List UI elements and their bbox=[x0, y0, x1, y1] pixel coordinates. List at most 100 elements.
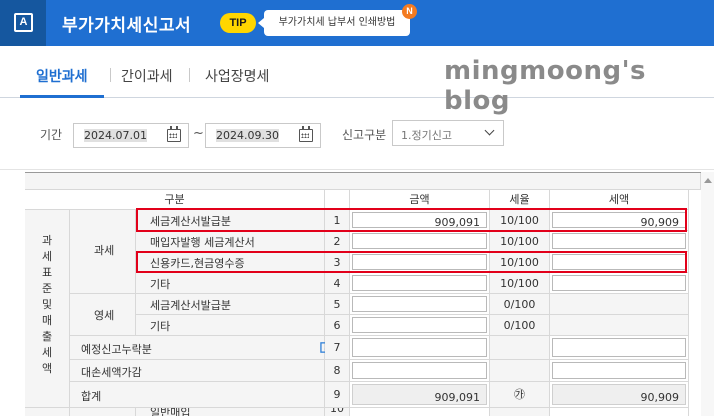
amount-cell bbox=[350, 273, 490, 294]
row-number: 2 bbox=[325, 231, 350, 252]
tax-cell-disabled bbox=[550, 315, 689, 336]
date-from-field[interactable]: 2024.07.01 bbox=[73, 123, 189, 148]
next-section-cell bbox=[25, 408, 70, 416]
tax-rate: 0/100 bbox=[490, 294, 550, 315]
amount-input[interactable] bbox=[352, 362, 487, 379]
tax-cell bbox=[550, 273, 689, 294]
rate-cell bbox=[490, 408, 550, 416]
row-label: 일반매입 bbox=[150, 408, 191, 416]
tab-business-place-detail[interactable]: 사업장명세 bbox=[205, 66, 269, 86]
amount-cell bbox=[350, 231, 490, 252]
tax-rate: 10/100 bbox=[490, 252, 550, 273]
amount-input[interactable] bbox=[352, 317, 487, 333]
amount-cell: 909,091 bbox=[350, 210, 490, 231]
tab-bar: 일반과세 간이과세 사업장명세 mingmoong's blog bbox=[0, 46, 714, 116]
row-label-cell: 세금계산서발급분 bbox=[136, 294, 325, 315]
row-label-cell: 세금계산서발급분 bbox=[136, 210, 325, 231]
tax-cell bbox=[550, 231, 689, 252]
tax-input[interactable] bbox=[552, 254, 686, 270]
row-number: 3 bbox=[325, 252, 350, 273]
group-zero-rate-label: 영세 bbox=[94, 309, 115, 322]
row-label: 기타 bbox=[150, 320, 171, 333]
report-type-value: 1.정기신고 bbox=[401, 129, 452, 142]
tax-cell bbox=[550, 336, 689, 360]
amount-input[interactable] bbox=[352, 338, 487, 357]
app-logo[interactable]: A bbox=[0, 0, 46, 46]
row-number: 6 bbox=[325, 315, 350, 336]
amount-input[interactable] bbox=[352, 233, 487, 249]
amount-input[interactable] bbox=[352, 275, 487, 291]
tax-total-field: 90,909 bbox=[552, 384, 686, 405]
title-bar: A 부가가치세신고서 TIP 부가가치세 납부서 인쇄방법 N bbox=[0, 0, 714, 46]
tax-rate bbox=[490, 360, 550, 382]
app-title: 부가가치세신고서 bbox=[62, 16, 192, 36]
tax-cell bbox=[550, 408, 689, 416]
amount-input[interactable] bbox=[352, 296, 487, 312]
period-label: 기간 bbox=[40, 128, 63, 142]
tax-cell-disabled bbox=[550, 294, 689, 315]
row-number: 5 bbox=[325, 294, 350, 315]
tax-input[interactable]: 90,909 bbox=[552, 212, 686, 229]
header-amount: 금액 bbox=[350, 190, 490, 210]
row-label-cell: 대손세액가감 bbox=[70, 360, 325, 382]
tip-bubble[interactable]: 부가가치세 납부서 인쇄방법 bbox=[258, 10, 410, 36]
group-taxable-cell: 과세 bbox=[70, 210, 136, 294]
section-label-text: 과세표준및매출세액 bbox=[41, 234, 53, 375]
header-no bbox=[325, 190, 350, 210]
row-number: 10 bbox=[325, 408, 350, 416]
row-label-cell: 기타 bbox=[136, 273, 325, 294]
amount-input[interactable] bbox=[352, 254, 487, 270]
header-rate: 세율 bbox=[490, 190, 550, 210]
row-number: 7 bbox=[325, 336, 350, 360]
row-label: 세금계산서발급분 bbox=[150, 299, 231, 312]
vat-return-table: 구분 금액 세율 세액 과세표준및매출세액 과세 영세 세금계산서발급분 매입자… bbox=[25, 172, 701, 416]
row-number: 8 bbox=[325, 360, 350, 382]
group-taxable-label: 과세 bbox=[94, 244, 115, 257]
tab-simplified-taxation[interactable]: 간이과세 bbox=[121, 66, 173, 86]
table-top-strip bbox=[25, 173, 701, 190]
tax-input[interactable] bbox=[552, 362, 686, 379]
group-zero-rate-cell: 영세 bbox=[70, 294, 136, 336]
tab-general-taxation[interactable]: 일반과세 bbox=[36, 66, 88, 86]
row-label: 기타 bbox=[150, 278, 171, 291]
amount-input[interactable]: 909,091 bbox=[352, 212, 487, 229]
amount-cell bbox=[350, 336, 490, 360]
vertical-scrollbar[interactable] bbox=[701, 172, 714, 416]
row-label-cell: 합계 bbox=[70, 382, 325, 408]
row-number: 1 bbox=[325, 210, 350, 231]
row-label: 세금계산서발급분 bbox=[150, 215, 231, 228]
amount-total-field: 909,091 bbox=[352, 384, 487, 405]
app-logo-icon: A bbox=[14, 13, 33, 32]
tax-input[interactable] bbox=[552, 338, 686, 357]
calendar-icon[interactable] bbox=[167, 126, 181, 142]
section-label-cell: 과세표준및매출세액 bbox=[25, 210, 70, 408]
row-label: 합계 bbox=[81, 390, 102, 403]
amount-cell bbox=[350, 252, 490, 273]
tax-rate: 0/100 bbox=[490, 315, 550, 336]
row-label: 대손세액가감 bbox=[81, 366, 142, 379]
row-label: 매입자발행 세금계산서 bbox=[150, 236, 255, 249]
tax-cell: 90,909 bbox=[550, 210, 689, 231]
tax-input[interactable] bbox=[552, 275, 686, 291]
row-label-cell: 기타 bbox=[136, 315, 325, 336]
tax-rate bbox=[490, 336, 550, 360]
tax-input[interactable] bbox=[552, 233, 686, 249]
row-label-cell: 일반매입 bbox=[136, 408, 325, 416]
date-from-value: 2024.07.01 bbox=[84, 129, 147, 142]
amount-cell: 909,091 bbox=[350, 382, 490, 408]
tip-badge[interactable]: TIP bbox=[220, 13, 256, 33]
amount-cell bbox=[350, 360, 490, 382]
chevron-down-icon bbox=[484, 125, 495, 136]
amount-cell bbox=[350, 408, 490, 416]
new-notice-badge: N bbox=[402, 4, 417, 19]
date-to-field[interactable]: 2024.09.30 bbox=[205, 123, 321, 148]
date-to-value: 2024.09.30 bbox=[216, 129, 279, 142]
report-type-select[interactable]: 1.정기신고 bbox=[392, 120, 504, 146]
scroll-up-icon[interactable] bbox=[704, 178, 712, 183]
tax-rate: 10/100 bbox=[490, 273, 550, 294]
row-label-cell: 신용카드,현금영수증 bbox=[136, 252, 325, 273]
row-label: 신용카드,현금영수증 bbox=[150, 257, 245, 270]
date-range-separator: ~ bbox=[193, 126, 204, 141]
calendar-icon[interactable] bbox=[299, 126, 313, 142]
header-category: 구분 bbox=[25, 190, 325, 210]
